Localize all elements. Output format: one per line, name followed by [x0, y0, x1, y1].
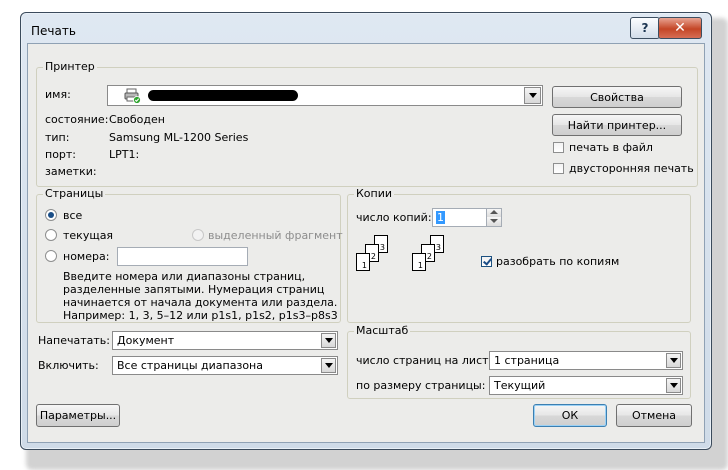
collate-label[interactable]: разобрать по копиям	[496, 255, 619, 268]
status-value: Свободен	[109, 113, 165, 126]
type-label: тип:	[45, 131, 70, 144]
include-combo[interactable]: Все страницы диапазона	[112, 356, 338, 375]
copies-group-label: Копии	[354, 187, 395, 200]
print-what-label: Напечатать:	[38, 334, 110, 347]
print-what-combo[interactable]: Документ	[112, 331, 338, 350]
cancel-button[interactable]: Отмена	[616, 404, 692, 427]
chevron-down-icon	[669, 358, 678, 363]
print-to-file-label[interactable]: печать в файл	[569, 141, 653, 154]
chevron-down-icon	[324, 338, 333, 343]
spin-down-button[interactable]	[486, 217, 501, 226]
ok-button[interactable]: ОК	[533, 404, 607, 427]
zoom-group-label: Масштаб	[354, 324, 411, 337]
port-value: LPT1:	[109, 148, 140, 161]
pages-per-sheet-label: число страниц на листе:	[356, 354, 499, 367]
include-label: Включить:	[38, 359, 99, 372]
collate-stack-2: 3 2 1	[412, 235, 452, 285]
scale-value: Текущий	[494, 379, 546, 392]
printer-name-combo[interactable]	[107, 85, 543, 106]
window-title: Печать	[31, 24, 76, 38]
duplex-label[interactable]: двусторонняя печать	[569, 162, 694, 175]
scale-label: по размеру страницы:	[356, 379, 486, 392]
type-value: Samsung ML-1200 Series	[109, 131, 249, 144]
close-button[interactable]: ✕	[658, 17, 702, 39]
pages-per-sheet-dropdown-arrow[interactable]	[666, 353, 681, 368]
pages-group: Страницы все текущая выделенный фрагмент…	[36, 187, 343, 323]
print-what-value: Документ	[117, 334, 175, 347]
pages-numbers-radio[interactable]	[45, 250, 57, 262]
chevron-down-icon	[490, 219, 498, 223]
printer-name-dropdown-arrow[interactable]	[524, 87, 541, 104]
pages-help-line-4: Например: 1, 3, 5–12 или p1s1, p1s2, p1s…	[63, 309, 338, 322]
pages-numbers-label[interactable]: номера:	[63, 250, 109, 263]
collate-stack-1: 3 2 1	[356, 235, 396, 285]
options-button[interactable]: Параметры...	[36, 404, 120, 427]
include-dropdown-arrow[interactable]	[321, 358, 336, 373]
stack-2-page-1: 1	[412, 253, 426, 271]
pages-per-sheet-combo[interactable]: 1 страница	[489, 351, 683, 370]
printer-icon	[124, 88, 142, 104]
pages-per-sheet-value: 1 страница	[494, 354, 560, 367]
copies-group: Копии число копий: 1 3 2 1 3 2 1 разобра…	[347, 187, 691, 323]
print-dialog: Печать ? ✕ Принтер имя: состояние: Свобо…	[20, 12, 712, 450]
help-button[interactable]: ?	[630, 17, 660, 39]
pages-group-label: Страницы	[43, 187, 106, 200]
notes-label: заметки:	[45, 165, 97, 178]
port-label: порт:	[45, 148, 77, 161]
scale-combo[interactable]: Текущий	[489, 376, 683, 395]
chevron-up-icon	[490, 210, 498, 214]
print-to-file-checkbox[interactable]	[553, 142, 564, 153]
chevron-down-icon	[669, 383, 678, 388]
copies-count-value: 1	[436, 211, 445, 224]
chevron-down-icon	[324, 363, 333, 368]
properties-button[interactable]: Свойства	[552, 86, 682, 108]
pages-selection-label: выделенный фрагмент	[208, 229, 343, 242]
printer-name-label: имя:	[45, 88, 71, 101]
pages-selection-radio	[192, 229, 204, 241]
pages-all-label[interactable]: все	[63, 209, 82, 222]
printer-name-redacted	[148, 90, 298, 101]
printer-group: Принтер имя: состояние: Свободен тип: Sa…	[36, 60, 698, 187]
printer-group-label: Принтер	[43, 60, 97, 73]
scale-dropdown-arrow[interactable]	[666, 378, 681, 393]
pages-help-line-2: разделенные запятыми. Нумерация страниц	[63, 283, 325, 296]
include-value: Все страницы диапазона	[117, 359, 263, 372]
pages-help-line-3: начинается от начала документа или разде…	[63, 296, 338, 309]
copies-count-label: число копий:	[356, 211, 432, 224]
zoom-group: Масштаб число страниц на листе: 1 страни…	[347, 324, 691, 399]
status-label: состояние:	[45, 113, 109, 126]
duplex-checkbox[interactable]	[553, 163, 564, 174]
pages-current-label[interactable]: текущая	[63, 229, 113, 242]
chevron-down-icon	[528, 93, 537, 98]
find-printer-button[interactable]: Найти принтер...	[552, 114, 682, 136]
print-what-dropdown-arrow[interactable]	[321, 333, 336, 348]
dialog-client: Принтер имя: состояние: Свободен тип: Sa…	[27, 43, 705, 443]
pages-all-radio[interactable]	[45, 209, 57, 221]
stack-1-page-1: 1	[356, 253, 370, 271]
copies-count-spinner[interactable]: 1	[432, 208, 502, 227]
pages-numbers-input[interactable]	[117, 247, 248, 266]
pages-current-radio[interactable]	[45, 229, 57, 241]
collate-checkbox[interactable]	[481, 256, 492, 267]
pages-help-line-1: Введите номера или диапазоны страниц,	[63, 270, 306, 283]
